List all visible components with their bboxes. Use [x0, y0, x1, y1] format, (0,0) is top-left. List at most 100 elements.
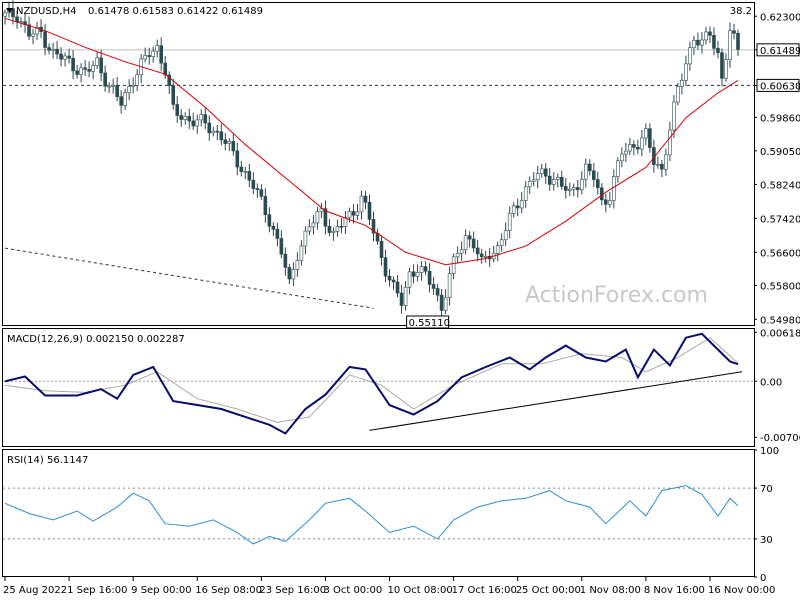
candle: [223, 132, 228, 151]
candle-body: [547, 175, 552, 185]
candle: [231, 134, 236, 156]
price-panel-frame: [2, 2, 755, 326]
candle-body: [640, 137, 644, 150]
candle-body: [411, 271, 416, 277]
candle: [303, 226, 308, 255]
candle-body: [704, 31, 708, 41]
candle: [195, 114, 200, 134]
candle-body: [175, 104, 180, 116]
macd-tick-label: 0.006188: [760, 328, 800, 339]
candle: [243, 166, 248, 180]
candle-body: [399, 292, 404, 306]
candle-body: [700, 39, 704, 46]
rsi-tick-label: 70: [760, 484, 773, 495]
candle-body: [251, 179, 256, 189]
candle: [279, 230, 284, 259]
rsi-tick-label: 0: [760, 573, 766, 584]
candle-body: [648, 128, 652, 148]
candle: [559, 170, 564, 190]
candle: [123, 88, 127, 111]
candle: [684, 55, 688, 86]
candle-body: [351, 211, 356, 216]
candle-body: [543, 168, 548, 177]
candle: [299, 240, 304, 266]
candle-body: [379, 240, 384, 258]
candle: [291, 262, 296, 287]
candle-body: [728, 30, 732, 60]
candle: [27, 16, 31, 40]
candle: [311, 215, 316, 235]
candle: [547, 167, 552, 191]
candle-body: [587, 163, 592, 172]
candle-body: [391, 279, 396, 283]
candle: [728, 22, 732, 68]
candle: [35, 21, 39, 41]
candle-body: [235, 150, 240, 168]
candle-body: [267, 214, 272, 227]
candle: [660, 159, 664, 178]
candle: [159, 37, 164, 71]
time-tick-label: 16 Sep 08:00: [195, 585, 262, 596]
candle-body: [103, 72, 107, 87]
candle-body: [688, 47, 692, 65]
candle-body: [179, 115, 184, 120]
candle-body: [668, 129, 672, 156]
candle-body: [475, 247, 480, 255]
candle-body: [427, 270, 432, 285]
candle: [107, 82, 111, 94]
candle-body: [660, 163, 664, 170]
candle-body: [83, 67, 87, 70]
candle: [111, 78, 115, 94]
time-tick-label: 25 Aug 2022: [3, 585, 67, 596]
candle-body: [123, 92, 127, 106]
candle-body: [315, 211, 320, 224]
candle-body: [459, 249, 464, 254]
candle-body: [523, 186, 528, 201]
macd-tick-label: -0.007068: [760, 433, 800, 444]
candle: [387, 269, 392, 287]
candle: [263, 188, 268, 223]
candle-body: [483, 255, 488, 258]
candle: [339, 218, 344, 234]
candle: [608, 192, 612, 208]
chart-area: ActionForex.com 0.55110 0.623000.614890.…: [2, 0, 800, 596]
candle-body: [275, 229, 280, 239]
candle-body: [211, 130, 216, 134]
candle: [363, 191, 368, 210]
candle: [636, 139, 640, 155]
candle: [375, 228, 380, 245]
candle-body: [219, 131, 224, 141]
candle-body: [51, 48, 55, 51]
candle: [103, 65, 107, 92]
candle-body: [55, 48, 59, 55]
rsi-tick-label: 30: [760, 535, 773, 546]
low-annotation: 0.55110: [406, 315, 450, 329]
candle-body: [431, 284, 436, 289]
price-tick-label: 0.56600: [760, 248, 800, 259]
candle-body: [736, 33, 740, 50]
candle: [575, 180, 580, 198]
candle-body: [359, 195, 364, 213]
candle-body: [383, 257, 388, 277]
candle: [451, 253, 456, 280]
candle: [712, 27, 716, 56]
top-right-value: 38.2: [730, 6, 752, 17]
candle-body: [708, 31, 712, 36]
time-tick-label: 9 Sep 00:00: [131, 585, 191, 596]
candle-body: [467, 235, 472, 240]
candle: [604, 193, 608, 213]
candle-body: [135, 74, 139, 86]
candle: [83, 60, 87, 76]
candle-body: [656, 163, 660, 166]
candle-body: [575, 187, 580, 191]
candle-body: [724, 59, 728, 79]
candle-body: [91, 65, 95, 72]
candle-body: [732, 30, 736, 34]
candle: [135, 69, 139, 92]
candle: [251, 172, 256, 195]
candle: [676, 82, 680, 106]
candle: [323, 200, 328, 235]
candle-body: [143, 55, 147, 60]
candle-body: [131, 85, 135, 87]
candle: [179, 109, 184, 127]
